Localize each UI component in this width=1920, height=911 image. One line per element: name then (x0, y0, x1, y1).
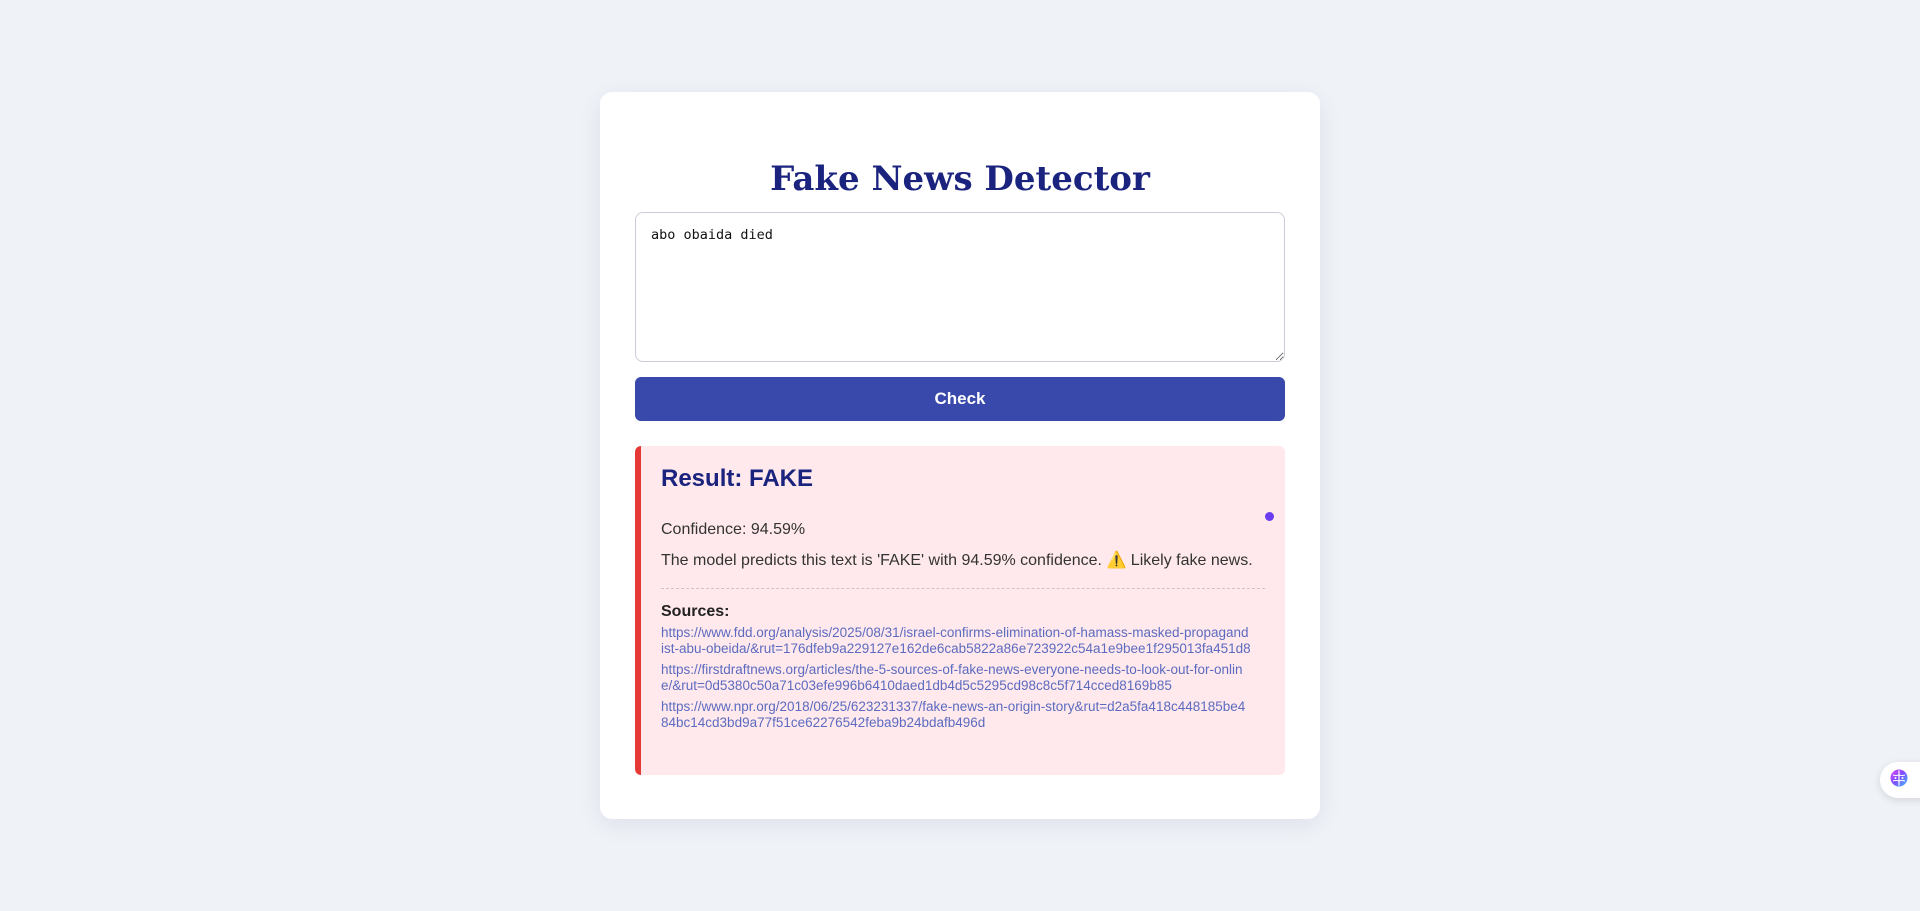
news-text-input[interactable] (635, 212, 1285, 362)
result-title: Result: FAKE (661, 465, 814, 492)
confidence-text: Confidence: 94.59% (661, 521, 806, 538)
explanation-text: The model predicts this text is 'FAKE' w… (661, 552, 1253, 569)
brain-icon (1889, 768, 1909, 793)
assistant-widget-button[interactable] (1880, 762, 1920, 798)
source-link[interactable]: https://www.npr.org/2018/06/25/623231337… (661, 699, 1251, 731)
detector-card: Fake News Detector Check Result: FAKE Co… (600, 92, 1320, 819)
source-link[interactable]: https://www.fdd.org/analysis/2025/08/31/… (661, 625, 1251, 657)
source-link[interactable]: https://firstdraftnews.org/articles/the-… (661, 662, 1251, 694)
result-divider (661, 588, 1265, 589)
status-dot (1265, 512, 1274, 521)
sources-heading: Sources: (661, 603, 730, 620)
page-title: Fake News Detector (770, 159, 1150, 199)
check-button[interactable]: Check (635, 377, 1285, 421)
result-panel: Result: FAKE Confidence: 94.59% The mode… (635, 446, 1285, 775)
